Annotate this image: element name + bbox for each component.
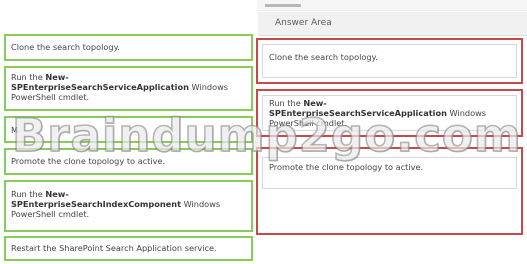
source-item-label: Restart the SharePoint Search Applicatio… (11, 243, 217, 253)
source-item-clone-topology[interactable]: Clone the search topology. (4, 34, 253, 61)
answer-area-title: Answer Area (275, 18, 332, 28)
source-item-line: SPEnterpriseSearchServiceApplication Win… (11, 82, 229, 92)
source-item-new-search-service-application[interactable]: Run the New- SPEnterpriseSearchServiceAp… (4, 66, 253, 111)
source-item-promote-clone[interactable]: Promote the clone topology to active. (4, 148, 253, 175)
answer-item-label: Clone the search topology. (269, 52, 378, 62)
source-panel: Clone the search topology. Run the New- … (0, 0, 257, 264)
source-item-line: Run the New- (11, 189, 69, 199)
source-item-label: Clone the search topology. (11, 42, 120, 52)
drag-drop-question: Clone the search topology. Run the New- … (0, 0, 527, 264)
source-item-label: M (11, 125, 19, 135)
source-item-new-search-index-component[interactable]: Run the New- SPEnterpriseSearchIndexComp… (4, 180, 253, 232)
source-item-label: Promote the clone topology to active. (11, 156, 166, 166)
source-item-line: PowerShell cmdlet. (11, 92, 90, 102)
answer-slot-2[interactable]: Run the New- SPEnterpriseSearchServiceAp… (256, 89, 523, 137)
scroll-thumb[interactable] (265, 4, 301, 7)
answer-item-line: PowerShell cmdlet. (269, 118, 348, 128)
answer-item-label: Promote the clone topology to active. (269, 162, 424, 172)
answer-slot-1[interactable]: Clone the search topology. (256, 38, 523, 84)
answer-item-line: Run the New- (269, 98, 327, 108)
source-item-line: PowerShell cmdlet. (11, 209, 90, 219)
answer-slot-3[interactable]: Promote the clone topology to active. (256, 147, 523, 235)
source-item-obscured[interactable]: M (4, 116, 253, 143)
source-item-line: SPEnterpriseSearchIndexComponent Windows (11, 199, 221, 209)
source-item-restart-search-service[interactable]: Restart the SharePoint Search Applicatio… (4, 236, 253, 261)
answer-area-header: Answer Area (258, 12, 527, 36)
answer-item-line: SPEnterpriseSearchServiceApplication Win… (269, 108, 487, 118)
source-item-line: Run the New- (11, 72, 69, 82)
